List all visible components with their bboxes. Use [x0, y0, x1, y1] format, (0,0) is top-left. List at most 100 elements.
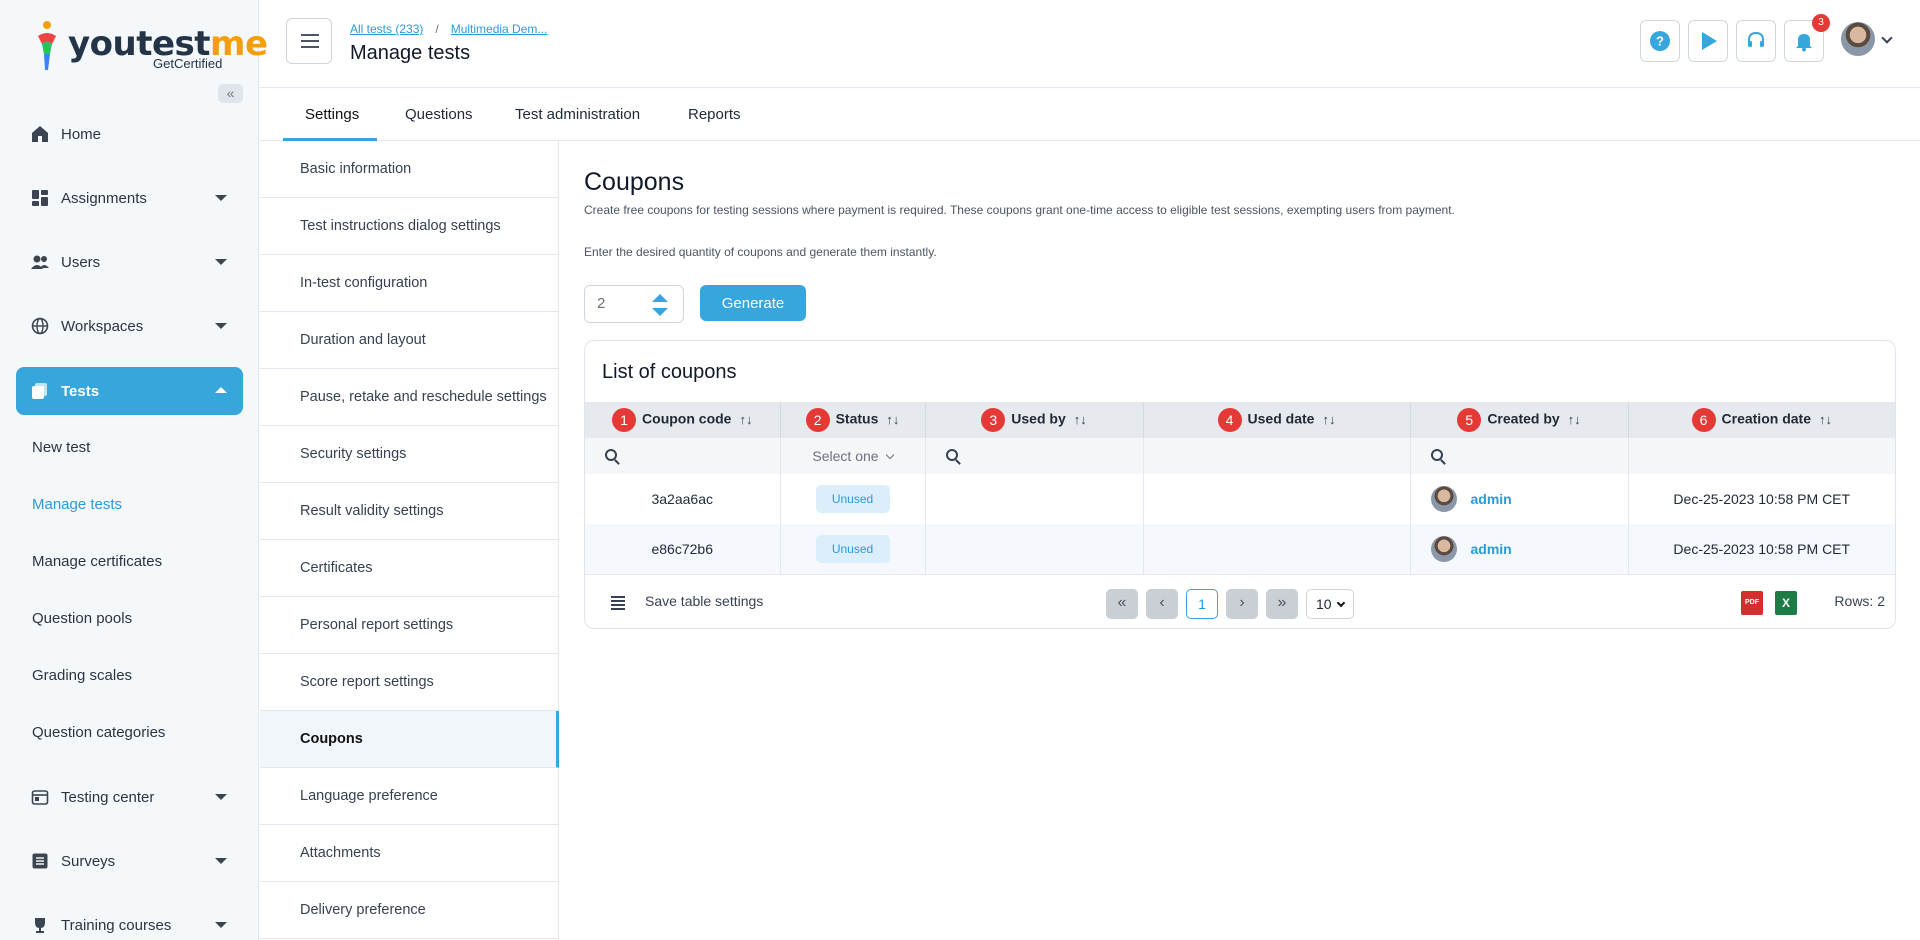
- quantity-input[interactable]: [597, 295, 647, 312]
- settings-item-duration-layout[interactable]: Duration and layout: [260, 312, 559, 369]
- sidebar-item-label: Assignments: [61, 189, 147, 207]
- first-page-button[interactable]: «: [1106, 589, 1138, 619]
- play-tutorial-button[interactable]: [1688, 20, 1728, 62]
- quantity-hint: Enter the desired quantity of coupons an…: [584, 245, 937, 259]
- settings-item-delivery-preference[interactable]: Delivery preference: [260, 882, 559, 939]
- used-date-cell: [1143, 474, 1411, 524]
- previous-page-button[interactable]: ‹: [1146, 589, 1178, 619]
- settings-item-pause-retake[interactable]: Pause, retake and reschedule settings: [260, 369, 559, 426]
- sidebar-subitem-new-test[interactable]: New test: [32, 439, 90, 456]
- rows-per-page-select[interactable]: 10: [1306, 589, 1354, 619]
- sidebar-subitem-manage-tests[interactable]: Manage tests: [32, 496, 122, 513]
- used-by-filter[interactable]: [925, 438, 1144, 474]
- sidebar-item-home[interactable]: Home: [16, 110, 243, 158]
- current-page-button[interactable]: 1: [1186, 589, 1218, 619]
- play-icon: [1702, 32, 1717, 50]
- settings-item-test-instructions[interactable]: Test instructions dialog settings: [260, 198, 559, 255]
- rows-count: Rows: 2: [1834, 593, 1885, 609]
- sidebar-item-workspaces[interactable]: Workspaces: [16, 302, 243, 350]
- column-label: Status: [835, 410, 879, 427]
- sidebar-item-testing-center[interactable]: Testing center: [16, 773, 243, 821]
- sort-icon[interactable]: ↑↓: [1074, 412, 1087, 427]
- status-filter-select[interactable]: Select one: [780, 438, 926, 474]
- sidebar-item-label: Surveys: [61, 852, 116, 870]
- settings-item-score-report[interactable]: Score report settings: [260, 654, 559, 711]
- table-row[interactable]: e86c72b6 Unused admin Dec-25-2023 10:58 …: [585, 524, 1895, 574]
- help-button[interactable]: ?: [1640, 20, 1680, 62]
- settings-item-personal-report[interactable]: Personal report settings: [260, 597, 559, 654]
- sidebar-subitem-question-pools[interactable]: Question pools: [32, 610, 132, 627]
- column-marker: 2: [805, 408, 830, 432]
- chevron-down-icon[interactable]: [1881, 32, 1893, 44]
- column-header-used-date[interactable]: 4 Used date ↑↓: [1143, 402, 1411, 438]
- last-page-button[interactable]: »: [1266, 589, 1298, 619]
- tab-reports[interactable]: Reports: [688, 106, 741, 123]
- tab-test-administration[interactable]: Test administration: [515, 106, 640, 123]
- sort-icon[interactable]: ↑↓: [739, 412, 752, 427]
- created-by-link[interactable]: admin: [1471, 541, 1512, 557]
- chevron-down-icon: [215, 195, 227, 201]
- collapse-sidebar-button[interactable]: «: [218, 84, 243, 103]
- sidebar-item-users[interactable]: Users: [16, 238, 243, 286]
- user-avatar[interactable]: [1841, 22, 1875, 56]
- save-table-settings-button[interactable]: Save table settings: [645, 593, 763, 609]
- chevron-down-icon: [215, 922, 227, 928]
- tests-icon: [32, 383, 47, 399]
- table-row[interactable]: 3a2aa6ac Unused admin Dec-25-2023 10:58 …: [585, 474, 1895, 524]
- notification-count-badge: 3: [1812, 14, 1830, 32]
- quantity-stepper[interactable]: [584, 285, 684, 323]
- sort-icon[interactable]: ↑↓: [886, 412, 899, 427]
- used-by-cell: [925, 524, 1144, 574]
- status-cell: Unused: [780, 474, 926, 524]
- export-pdf-icon[interactable]: PDF: [1741, 591, 1763, 615]
- settings-item-basic-information[interactable]: Basic information: [260, 141, 559, 198]
- column-label: Used date: [1247, 410, 1315, 427]
- column-header-creation-date[interactable]: 6 Creation date ↑↓: [1628, 402, 1895, 438]
- sidebar-item-training-courses[interactable]: Training courses: [16, 901, 243, 940]
- support-button[interactable]: [1736, 20, 1776, 62]
- coupon-code-filter[interactable]: [585, 438, 781, 474]
- settings-item-in-test-configuration[interactable]: In-test configuration: [260, 255, 559, 312]
- tab-questions[interactable]: Questions: [405, 106, 473, 123]
- logo[interactable]: youtestme GetCertified: [34, 18, 268, 74]
- column-marker: 6: [1691, 408, 1716, 432]
- generate-button[interactable]: Generate: [700, 285, 806, 321]
- column-label: Created by: [1487, 410, 1560, 427]
- column-header-coupon-code[interactable]: 1 Coupon code ↑↓: [585, 402, 781, 438]
- breadcrumb-all-tests[interactable]: All tests (233): [350, 22, 423, 36]
- tab-settings[interactable]: Settings: [305, 106, 359, 123]
- breadcrumb-current-test[interactable]: Multimedia Dem...: [451, 22, 548, 36]
- increment-icon[interactable]: [652, 294, 668, 302]
- list-icon[interactable]: [611, 596, 625, 612]
- export-excel-icon[interactable]: X: [1775, 591, 1797, 615]
- coupon-code-cell: 3a2aa6ac: [585, 474, 781, 524]
- menu-button[interactable]: [286, 18, 332, 64]
- sidebar-item-tests[interactable]: Tests: [16, 367, 243, 415]
- settings-item-certificates[interactable]: Certificates: [260, 540, 559, 597]
- sidebar-item-assignments[interactable]: Assignments: [16, 174, 243, 222]
- sidebar-item-surveys[interactable]: Surveys: [16, 837, 243, 885]
- tabs-bar: Settings Questions Test administration R…: [260, 88, 1920, 141]
- sidebar-subitem-manage-certificates[interactable]: Manage certificates: [32, 553, 162, 570]
- created-by-link[interactable]: admin: [1471, 491, 1512, 507]
- settings-item-coupons[interactable]: Coupons: [260, 711, 559, 768]
- next-page-button[interactable]: ›: [1226, 589, 1258, 619]
- list-title: List of coupons: [602, 361, 737, 383]
- column-header-created-by[interactable]: 5 Created by ↑↓: [1410, 402, 1629, 438]
- settings-item-language-preference[interactable]: Language preference: [260, 768, 559, 825]
- settings-item-attachments[interactable]: Attachments: [260, 825, 559, 882]
- column-header-used-by[interactable]: 3 Used by ↑↓: [925, 402, 1144, 438]
- decrement-icon[interactable]: [652, 308, 668, 316]
- sidebar-subitem-grading-scales[interactable]: Grading scales: [32, 667, 132, 684]
- column-header-status[interactable]: 2 Status ↑↓: [780, 402, 926, 438]
- notifications-button[interactable]: 3: [1784, 14, 1830, 62]
- sidebar-subitem-question-categories[interactable]: Question categories: [32, 724, 165, 741]
- sort-icon[interactable]: ↑↓: [1819, 412, 1832, 427]
- created-by-filter[interactable]: [1410, 438, 1629, 474]
- settings-item-result-validity[interactable]: Result validity settings: [260, 483, 559, 540]
- settings-item-security[interactable]: Security settings: [260, 426, 559, 483]
- sort-icon[interactable]: ↑↓: [1322, 412, 1335, 427]
- sidebar-item-label: Home: [61, 125, 102, 143]
- sort-icon[interactable]: ↑↓: [1568, 412, 1581, 427]
- column-marker: 5: [1457, 408, 1482, 432]
